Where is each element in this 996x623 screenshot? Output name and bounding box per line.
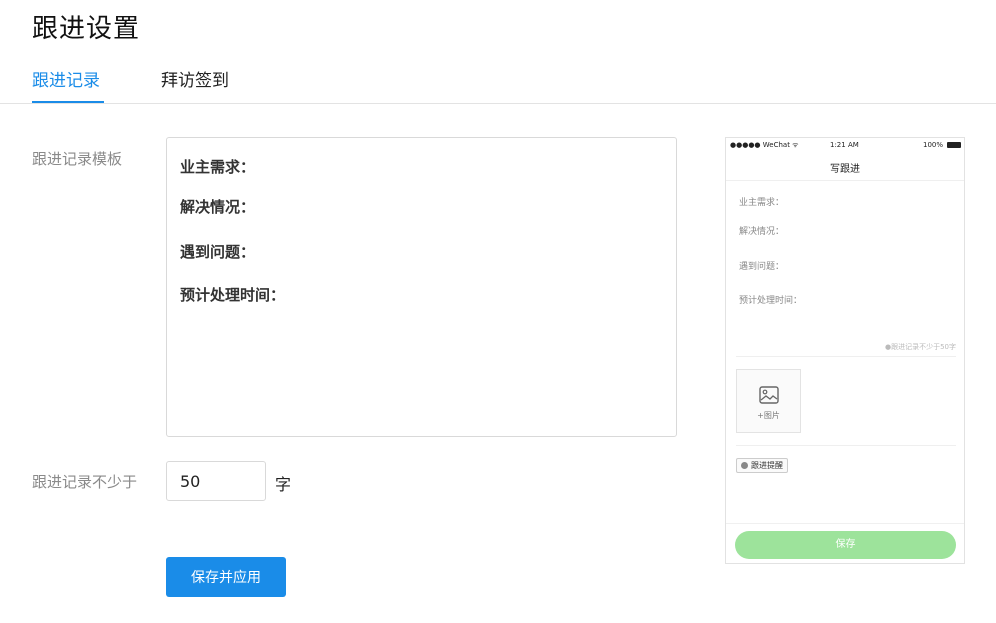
template-line: 解决情况：	[180, 198, 256, 216]
battery-icon	[947, 142, 961, 148]
preview-save-button: 保存	[735, 531, 956, 559]
phone-status-bar: ●●●●● WeChat ᯤ 1:21 AM 100%	[726, 138, 964, 154]
active-tab-indicator	[32, 101, 104, 103]
preview-min-hint: ●跟进记录不少于50字	[884, 343, 956, 351]
template-line: 遇到问题：	[180, 243, 256, 261]
divider	[736, 356, 956, 357]
preview-line: 遇到问题：	[739, 262, 785, 272]
remind-label: 跟进提醒	[751, 461, 783, 470]
phone-preview: ●●●●● WeChat ᯤ 1:21 AM 100% 写跟进 业主需求： 解决…	[725, 137, 965, 564]
preview-line: 解决情况：	[739, 227, 785, 237]
preview-add-image: +图片	[736, 369, 801, 433]
status-battery-text: 100%	[923, 141, 944, 149]
template-line: 业主需求：	[180, 158, 256, 176]
status-time: 1:21 AM	[830, 141, 859, 149]
add-image-label: +图片	[757, 411, 780, 420]
template-line: 预计处理时间：	[180, 286, 286, 304]
min-length-unit: 字	[275, 475, 292, 494]
divider	[736, 445, 956, 446]
tab-visit-checkin[interactable]: 拜访签到	[161, 66, 229, 91]
preview-line: 业主需求：	[739, 198, 785, 208]
clock-icon	[741, 462, 748, 469]
preview-line: 预计处理时间：	[739, 296, 803, 306]
min-length-label: 跟进记录不少于	[32, 473, 138, 491]
preview-remind-tag: 跟进提醒	[736, 458, 788, 473]
preview-nav-title: 写跟进	[830, 164, 860, 175]
min-length-input[interactable]	[166, 461, 266, 501]
template-label: 跟进记录模板	[32, 150, 123, 168]
divider	[726, 523, 964, 524]
page-title: 跟进设置	[32, 14, 141, 44]
tab-bar: 跟进记录 拜访签到	[0, 60, 996, 104]
image-icon	[759, 386, 779, 404]
status-carrier: ●●●●● WeChat ᯤ	[730, 141, 799, 149]
save-and-apply-button[interactable]: 保存并应用	[166, 557, 286, 597]
template-textarea[interactable]: 业主需求： 解决情况： 遇到问题： 预计处理时间：	[166, 137, 677, 437]
divider	[726, 180, 964, 181]
tab-follow-up-record[interactable]: 跟进记录	[32, 66, 100, 91]
